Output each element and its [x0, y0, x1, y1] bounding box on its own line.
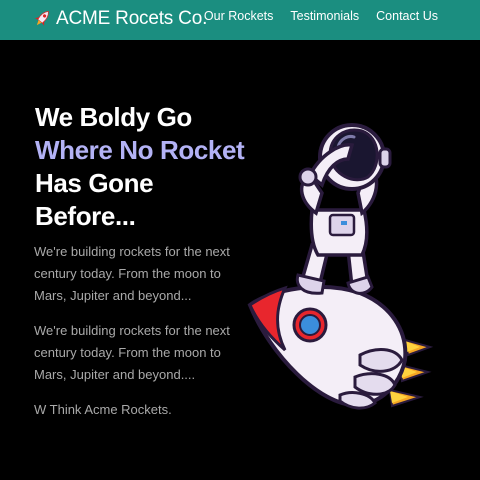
rocket	[247, 285, 408, 410]
nav-links: Our Rockets Testimonials Contact Us	[204, 9, 438, 23]
headline-line-1: We Boldy Go	[35, 102, 192, 132]
headline-line-4: Before...	[35, 201, 136, 231]
hero-paragraph-2: We're building rockets for the next cent…	[34, 323, 230, 382]
hero-section: We Boldy Go Where No Rocket Has Gone Bef…	[0, 40, 480, 480]
top-navbar: ACME Rocets Co. Our Rockets Testimonials…	[0, 0, 480, 40]
rocket-icon	[34, 10, 49, 26]
astronaut	[295, 123, 392, 295]
headline-line-3: Has Gone	[35, 168, 154, 198]
hero-paragraph-3: W Think Acme Rockets.	[34, 402, 172, 417]
nav-link-contact-us[interactable]: Contact Us	[376, 9, 438, 23]
hero-paragraph-1: We're building rockets for the next cent…	[34, 244, 230, 303]
astronaut-on-rocket-illustration	[247, 123, 434, 410]
nav-link-our-rockets[interactable]: Our Rockets	[204, 9, 273, 23]
nav-link-testimonials[interactable]: Testimonials	[290, 9, 359, 23]
hero-headline: We Boldy Go Where No Rocket Has Gone Bef…	[35, 101, 255, 233]
headline-accent: Where No Rocket	[35, 135, 245, 165]
brand-name: ACME Rocets Co.	[56, 8, 208, 29]
brand-logo-link[interactable]: ACME Rocets Co.	[33, 8, 207, 30]
